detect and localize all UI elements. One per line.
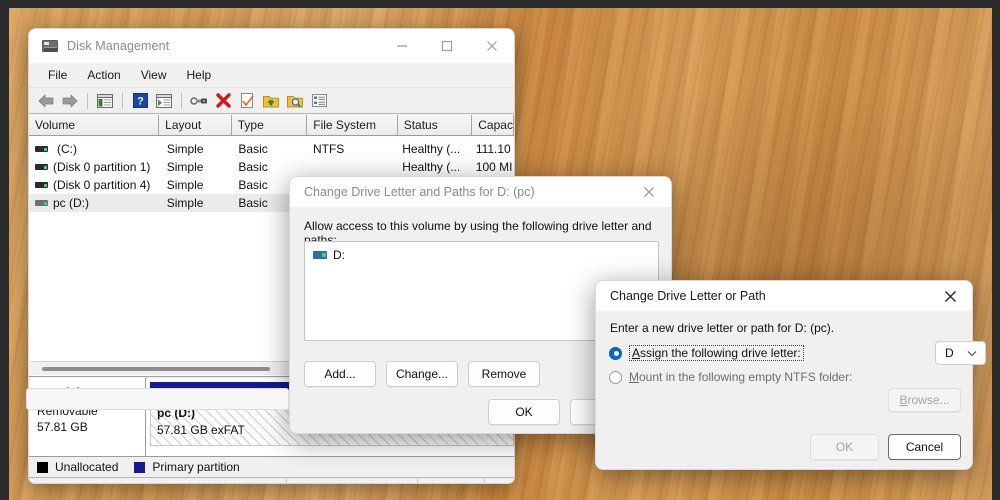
menu-bar: File Action View Help [29,63,514,88]
mount-folder-radio-row[interactable]: Mount in the following empty NTFS folder… [609,370,852,384]
disk-management-titlebar: Disk Management [29,29,514,63]
cell-capacity: 100 MI [475,160,513,174]
ok-button[interactable]: OK [488,399,560,425]
column-header-layout[interactable]: Layout [159,115,232,135]
table-row[interactable]: (C:) Simple Basic NTFS Healthy (... 111.… [29,140,514,158]
cell-volume: pc (D:) [53,196,89,210]
close-icon[interactable] [928,281,972,311]
menu-help[interactable]: Help [178,65,221,85]
cell-file-system: NTFS [312,142,345,156]
column-header-file-system[interactable]: File System [307,115,398,135]
mount-folder-label-text: ount in the following empty NTFS folder: [639,370,853,384]
status-pane-3 [418,478,485,483]
window-title: Disk Management [67,39,170,53]
remove-button[interactable]: Remove [468,361,540,387]
cell-status: Healthy (... [402,142,461,156]
show-hide-console-tree-icon[interactable] [94,90,116,112]
status-pane-2 [287,478,418,483]
list-item-label: D: [333,248,345,262]
menu-file[interactable]: File [39,65,76,85]
radio-assign-drive-letter[interactable] [609,346,622,360]
legend-label-primary-partition: Primary partition [152,460,240,474]
show-hide-action-pane-icon[interactable] [153,90,175,112]
dialog-description: Enter a new drive letter or path for D: … [610,321,835,335]
cell-layout: Simple [166,160,204,174]
menu-action[interactable]: Action [78,65,129,85]
column-header-type[interactable]: Type [231,115,308,135]
toolbar-separator [87,92,88,109]
cell-status: Healthy (... [402,160,461,174]
properties-disk-icon[interactable] [188,90,210,112]
volume-list-header: Volume Layout Type File System Status Ca… [29,115,514,136]
status-bar [29,478,514,483]
dialog-titlebar: Change Drive Letter and Paths for D: (pc… [290,177,671,207]
drive-icon [35,182,48,188]
menu-view[interactable]: View [132,65,176,85]
assign-drive-letter-label-text: ssign the following drive letter: [640,346,801,360]
maximize-icon[interactable] [424,29,469,63]
cell-volume: (Disk 0 partition 4) [53,178,151,192]
rescan-disks-icon[interactable] [284,90,306,112]
legend-swatch-primary-partition [134,461,146,473]
drive-icon [35,200,48,206]
assign-drive-letter-radio-row[interactable]: Assign the following drive letter: [609,345,804,361]
drive-icon [313,251,327,259]
ok-button[interactable]: OK [810,434,879,460]
toolbar-separator [181,92,182,109]
radio-mount-in-folder[interactable] [609,370,622,384]
disk-management-icon [42,40,58,52]
check-disk-icon[interactable] [236,90,258,112]
list-view-icon[interactable] [308,90,330,112]
cell-layout: Simple [166,178,204,192]
dialog-titlebar: Change Drive Letter or Path [596,281,972,311]
new-volume-icon[interactable] [260,90,282,112]
cell-layout: Simple [166,196,204,210]
legend-label-unallocated: Unallocated [55,460,119,474]
cell-capacity: 111.10 [475,142,511,156]
toolbar-separator [122,92,123,109]
dialog-title: Change Drive Letter and Paths for D: (pc… [304,185,535,199]
close-icon[interactable] [627,177,671,207]
change-button[interactable]: Change... [386,361,458,387]
chevron-down-icon [967,346,977,360]
column-header-status[interactable]: Status [397,115,473,135]
toolbar: ? [29,88,514,114]
table-row[interactable]: (Disk 0 partition 1) Simple Basic Health… [29,158,514,176]
forward-icon[interactable] [59,90,81,112]
status-pane-1 [29,478,287,483]
close-icon[interactable] [469,29,514,63]
cell-layout: Simple [166,142,204,156]
svg-text:?: ? [137,96,144,108]
list-item[interactable]: D: [305,242,658,262]
browse-button-label: rowse... [907,393,950,407]
drive-letter-value: D [945,346,954,360]
cancel-button[interactable]: Cancel [888,434,961,460]
drive-letter-dropdown[interactable]: D [935,341,986,365]
cell-volume: (C:) [57,142,77,156]
mount-path-input[interactable] [26,388,289,410]
help-icon[interactable]: ? [129,90,151,112]
minimize-icon[interactable] [379,29,424,63]
column-header-volume[interactable]: Volume [29,115,160,135]
disk-size: 57.81 GB [37,420,88,434]
scrollbar-thumb[interactable] [42,367,270,371]
cell-volume: (Disk 0 partition 1) [53,160,151,174]
window-controls [379,29,514,63]
dialog-title: Change Drive Letter or Path [610,289,766,303]
back-icon[interactable] [35,90,57,112]
browse-button[interactable]: Browse... [888,388,961,412]
mount-folder-label: Mount in the following empty NTFS folder… [629,370,853,384]
assign-drive-letter-label: Assign the following drive letter: [629,345,804,361]
drive-icon [35,146,48,152]
paths-action-buttons: Add... Change... Remove [304,361,540,387]
cell-type: Basic [238,142,268,156]
delete-icon[interactable] [212,90,234,112]
column-header-capacity[interactable]: Capaci [472,115,514,135]
add-button[interactable]: Add... [304,361,376,387]
legend-bar: Unallocated Primary partition [29,456,514,478]
status-pane-4 [485,478,514,483]
legend-swatch-unallocated [37,461,48,473]
drive-icon [35,164,48,170]
cell-type: Basic [238,160,268,174]
